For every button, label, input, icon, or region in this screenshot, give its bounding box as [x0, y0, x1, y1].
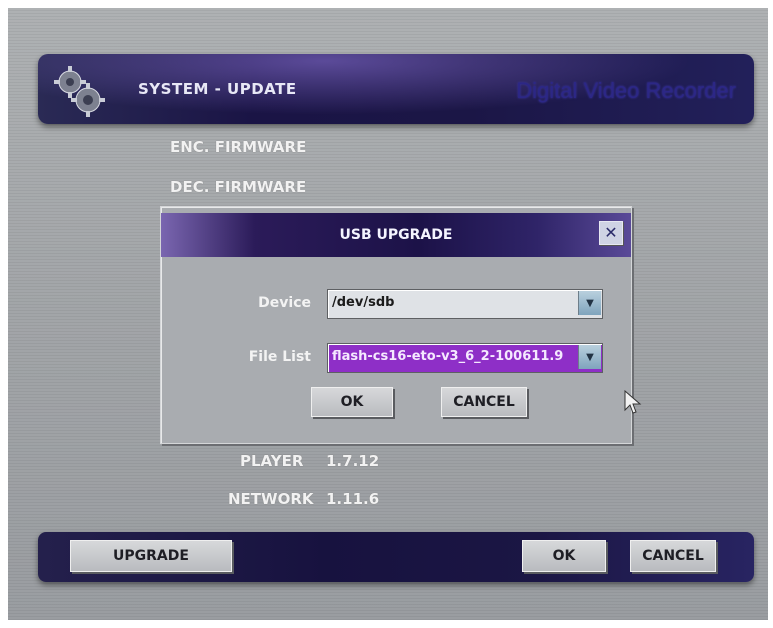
- dec-firmware-label: DEC. FIRMWARE: [170, 178, 307, 196]
- title-bar: SYSTEM - UPDATE Digital Video Recorder: [38, 54, 754, 124]
- close-icon: ✕: [604, 223, 618, 242]
- gears-icon: [54, 66, 105, 117]
- ok-button[interactable]: OK: [522, 540, 606, 572]
- page-title: SYSTEM - UPDATE: [138, 80, 297, 98]
- brand-logo-text: Digital Video Recorder: [516, 78, 736, 103]
- usb-upgrade-dialog: USB UPGRADE ✕ Device /dev/sdb ▼ File Lis…: [160, 206, 632, 444]
- enc-firmware-label: ENC. FIRMWARE: [170, 138, 307, 156]
- dialog-header: USB UPGRADE ✕: [161, 213, 631, 257]
- dvr-screen: SYSTEM - UPDATE Digital Video Recorder E…: [8, 8, 768, 620]
- chevron-down-icon[interactable]: ▼: [578, 291, 601, 315]
- dialog-title: USB UPGRADE: [339, 227, 453, 243]
- device-select-value: /dev/sdb: [332, 295, 395, 310]
- network-version-value: 1.11.6: [326, 490, 380, 508]
- chevron-down-icon[interactable]: ▼: [578, 345, 601, 369]
- file-list-select[interactable]: flash-cs16-eto-v3_6_2-100611.9 ▼: [327, 343, 603, 373]
- upgrade-button[interactable]: UPGRADE: [70, 540, 232, 572]
- player-label: PLAYER: [240, 452, 304, 470]
- device-select[interactable]: /dev/sdb ▼: [327, 289, 603, 319]
- device-label: Device: [258, 295, 311, 311]
- mouse-cursor-icon: [624, 390, 642, 414]
- file-list-label: File List: [248, 349, 311, 365]
- player-version-value: 1.7.12: [326, 452, 380, 470]
- close-button[interactable]: ✕: [599, 221, 623, 245]
- dialog-cancel-button[interactable]: CANCEL: [441, 387, 527, 417]
- dialog-ok-button[interactable]: OK: [311, 387, 393, 417]
- network-label: NETWORK: [228, 490, 314, 508]
- cancel-button[interactable]: CANCEL: [630, 540, 716, 572]
- file-list-select-value: flash-cs16-eto-v3_6_2-100611.9: [332, 349, 564, 364]
